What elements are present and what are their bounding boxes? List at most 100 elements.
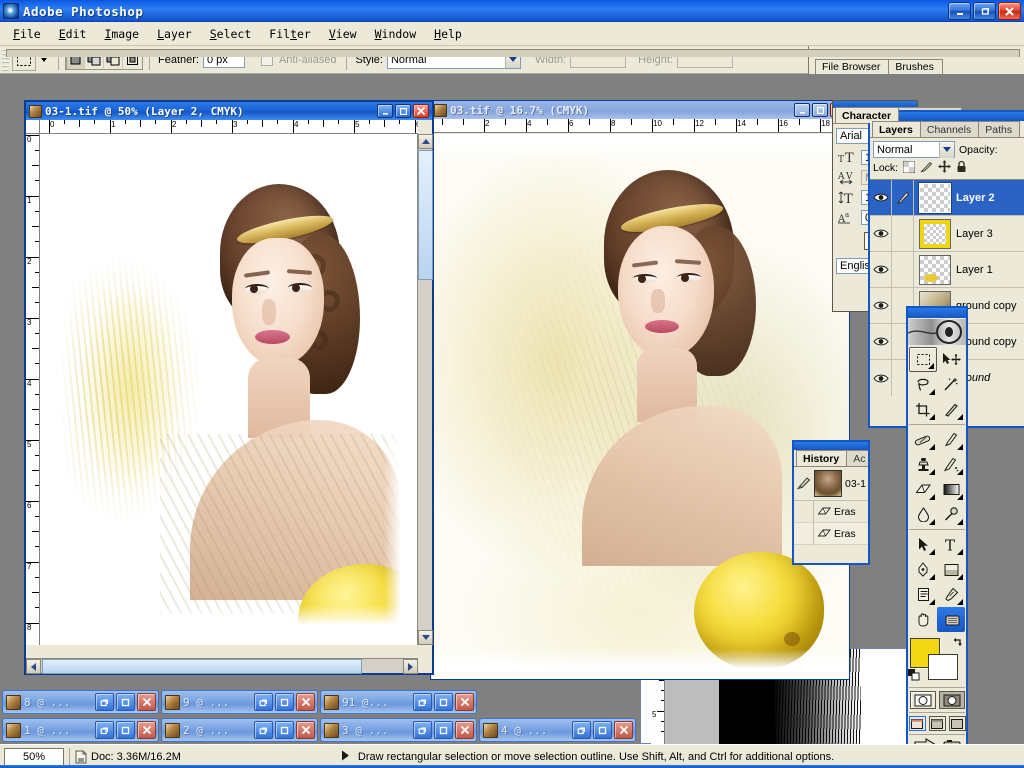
lasso-tool[interactable] xyxy=(909,372,937,397)
close-button[interactable] xyxy=(296,721,315,739)
default-colors-icon[interactable] xyxy=(908,669,920,684)
close-button[interactable] xyxy=(137,721,156,739)
minimized-window-9[interactable]: 9 @ ... xyxy=(161,690,318,714)
restore-button[interactable] xyxy=(254,693,273,711)
play-triangle-icon[interactable] xyxy=(341,750,350,764)
link-toggle[interactable] xyxy=(892,215,914,252)
lock-image-icon[interactable] xyxy=(920,161,933,176)
layer-thumbnail[interactable] xyxy=(919,254,951,285)
layer-row-layer-3[interactable]: Layer 3 xyxy=(870,215,1024,252)
maximize-button[interactable] xyxy=(116,693,135,711)
palette-well-tab-brushes[interactable]: Brushes xyxy=(888,58,943,74)
tab-channels[interactable]: Channels xyxy=(919,121,980,137)
history-item-eraser-2[interactable]: Eras xyxy=(794,522,868,545)
scrollbar-vertical-doc1[interactable] xyxy=(417,134,433,645)
history-palette-titlebar[interactable] xyxy=(794,442,868,450)
link-toggle[interactable] xyxy=(892,251,914,288)
restore-button[interactable] xyxy=(572,721,591,739)
document-window-1[interactable]: 03-1.tif @ 50% (Layer 2, CMYK) 0 1 2 3 4… xyxy=(24,100,434,675)
maximize-button[interactable] xyxy=(275,721,294,739)
close-button[interactable] xyxy=(296,693,315,711)
document-1-canvas[interactable] xyxy=(40,134,418,645)
restore-button[interactable] xyxy=(973,2,996,20)
history-state-toggle[interactable] xyxy=(794,522,814,545)
magic-wand-tool[interactable] xyxy=(937,372,965,397)
color-swatches[interactable] xyxy=(908,636,966,684)
minimized-window-2[interactable]: 2 @ ... xyxy=(161,718,318,742)
minimize-button[interactable] xyxy=(377,104,393,118)
tab-layers[interactable]: Layers xyxy=(872,121,921,137)
tab-paths[interactable]: Paths xyxy=(978,121,1021,137)
maximize-button[interactable] xyxy=(812,103,828,117)
toolbox-titlebar[interactable] xyxy=(908,308,966,318)
history-item-snapshot[interactable]: 03-1 xyxy=(794,467,868,501)
tool-grid-vector[interactable]: T xyxy=(909,532,965,632)
close-button[interactable] xyxy=(413,104,429,118)
zoom-level-input[interactable]: 50% xyxy=(4,747,64,766)
eye-icon[interactable] xyxy=(870,360,892,396)
menu-window[interactable]: Window xyxy=(366,24,426,44)
close-button[interactable] xyxy=(137,693,156,711)
maximize-button[interactable] xyxy=(116,721,135,739)
toolbox[interactable]: T xyxy=(906,306,968,754)
scroll-right-button[interactable] xyxy=(403,659,418,674)
tab-history[interactable]: History xyxy=(796,450,848,466)
swap-colors-icon[interactable] xyxy=(951,636,964,652)
healing-brush-tool[interactable] xyxy=(909,427,937,452)
scroll-up-button[interactable] xyxy=(418,134,433,149)
eye-icon[interactable] xyxy=(870,251,892,288)
close-button[interactable] xyxy=(614,721,633,739)
slice-tool[interactable] xyxy=(937,397,965,422)
tool-grid-retouch[interactable] xyxy=(909,427,965,527)
restore-button[interactable] xyxy=(95,693,114,711)
history-brush-tool[interactable] xyxy=(937,452,965,477)
scroll-thumb-vertical[interactable] xyxy=(418,150,433,280)
minimized-window-8[interactable]: 8 @ ... xyxy=(2,690,159,714)
maximize-button[interactable] xyxy=(434,721,453,739)
maximize-button[interactable] xyxy=(275,693,294,711)
type-tool[interactable]: T xyxy=(937,532,965,557)
document-2-titlebar[interactable]: 03.tif @ 16.7% (CMYK) xyxy=(431,101,849,119)
path-selection-tool[interactable] xyxy=(909,532,937,557)
close-button[interactable] xyxy=(455,693,474,711)
eye-icon[interactable] xyxy=(870,215,892,252)
layer-row-layer-1[interactable]: Layer 1 xyxy=(870,251,1024,288)
close-button[interactable] xyxy=(998,2,1021,20)
history-state-toggle[interactable] xyxy=(794,500,814,523)
hand-tool[interactable] xyxy=(909,607,937,632)
eye-icon[interactable] xyxy=(870,287,892,324)
brush-tool[interactable] xyxy=(937,427,965,452)
paintbrush-icon[interactable] xyxy=(892,179,914,216)
minimized-window-4[interactable]: 4 @ ... xyxy=(479,718,636,742)
history-brush-icon[interactable] xyxy=(794,477,814,490)
menu-file[interactable]: File xyxy=(4,24,50,44)
palette-well-tab-file-browser[interactable]: File Browser xyxy=(815,58,890,74)
zoom-tool[interactable] xyxy=(937,607,965,632)
scrollbar-horizontal-doc1[interactable] xyxy=(26,658,418,674)
pen-tool[interactable] xyxy=(909,557,937,582)
tool-grid[interactable] xyxy=(909,347,965,422)
history-list[interactable]: 03-1 Eras Eras xyxy=(794,467,868,545)
lock-all-icon[interactable] xyxy=(956,160,967,176)
blend-mode-select[interactable]: Normal xyxy=(873,141,955,158)
move-tool[interactable] xyxy=(937,347,965,372)
lock-position-icon[interactable] xyxy=(938,160,951,176)
blur-tool[interactable] xyxy=(909,502,937,527)
shape-tool[interactable] xyxy=(937,557,965,582)
lock-transparency-icon[interactable] xyxy=(902,160,916,176)
menu-select[interactable]: Select xyxy=(201,24,261,44)
tab-actions[interactable]: Ac xyxy=(846,450,868,466)
close-button[interactable] xyxy=(455,721,474,739)
minimized-window-91[interactable]: 91 @... xyxy=(320,690,477,714)
dodge-tool[interactable] xyxy=(937,502,965,527)
notes-tool[interactable] xyxy=(909,582,937,607)
history-palette[interactable]: History Ac 03-1 Eras Eras xyxy=(792,440,870,565)
maximize-button[interactable] xyxy=(593,721,612,739)
eye-icon[interactable] xyxy=(870,323,892,360)
menu-edit[interactable]: Edit xyxy=(50,24,96,44)
eraser-tool[interactable] xyxy=(909,477,937,502)
minimize-button[interactable] xyxy=(794,103,810,117)
layer-row-layer-2[interactable]: Layer 2 xyxy=(870,179,1024,216)
menu-filter[interactable]: Filter xyxy=(260,24,320,44)
restore-button[interactable] xyxy=(413,721,432,739)
